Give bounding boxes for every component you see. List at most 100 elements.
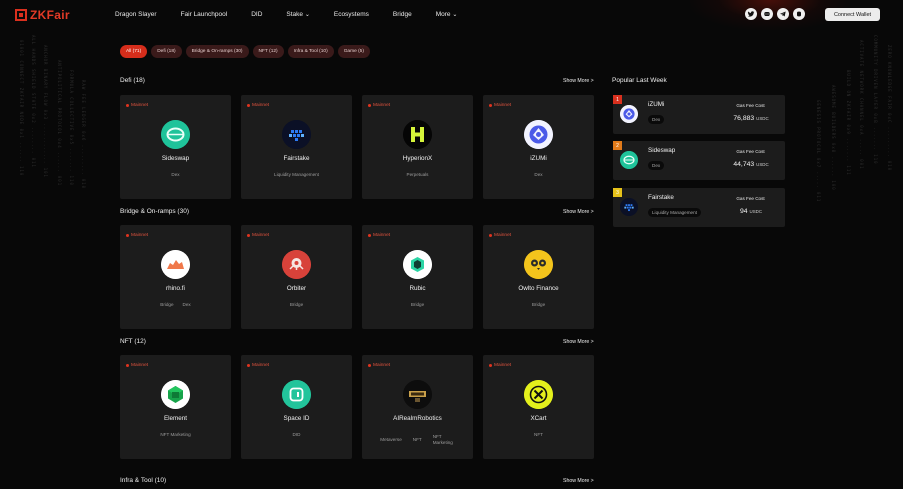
project-card-spaceid[interactable]: Mainnet Space ID DID bbox=[241, 355, 352, 459]
rank-badge: 3 bbox=[613, 188, 622, 197]
project-card-rubic[interactable]: Mainnet Rubic Bridge bbox=[362, 225, 473, 329]
izumi-icon bbox=[524, 120, 553, 149]
project-card-owlto[interactable]: Mainnet Owlto Finance Bridge bbox=[483, 225, 594, 329]
badge-label: Mainnet bbox=[131, 103, 149, 108]
project-tags: NFT bbox=[483, 432, 594, 437]
discord-icon[interactable] bbox=[761, 8, 773, 20]
project-name: Sideswap bbox=[161, 155, 190, 162]
nav-item-did[interactable]: DID bbox=[251, 11, 262, 18]
xcart-icon bbox=[524, 380, 553, 409]
sideswap-icon bbox=[620, 151, 638, 169]
project-name: Element bbox=[163, 415, 188, 422]
nav-item-stake[interactable]: Stake ⌄ bbox=[286, 11, 309, 18]
chevron-down-icon: ⌄ bbox=[304, 12, 310, 18]
filter-nft[interactable]: NFT (12) bbox=[252, 45, 284, 58]
decorative-code-column: BUILD ON ZKFAIR 0x9 ....... 111 bbox=[846, 70, 851, 176]
mainnet-badge: Mainnet bbox=[368, 363, 390, 368]
decorative-code-column: ANTIPOLITICAL PROTOCOL 0x4 ...... 001 bbox=[57, 60, 62, 187]
mainnet-badge: Mainnet bbox=[247, 233, 269, 238]
nav-item-fair-launchpool[interactable]: Fair Launchpool bbox=[181, 11, 228, 18]
status-dot-icon bbox=[368, 104, 371, 107]
filter-defi[interactable]: Defi (18) bbox=[151, 45, 182, 58]
nav-item-ecosystems[interactable]: Ecosystems bbox=[334, 11, 369, 18]
medium-icon[interactable] bbox=[793, 8, 805, 20]
gas-fee-value: 94 USDC bbox=[726, 208, 776, 215]
status-dot-icon bbox=[126, 104, 129, 107]
decorative-code-column: ALL HANDS SHIELD STATE 0x2 ........ 011 bbox=[31, 35, 36, 168]
filter-game[interactable]: Game (5) bbox=[337, 45, 370, 58]
popular-item-fairstake[interactable]: 3 Fairstake Liquidity Management Gas Fee… bbox=[613, 188, 785, 227]
izumi-icon bbox=[620, 105, 638, 123]
nav-item-bridge[interactable]: Bridge bbox=[393, 11, 412, 18]
mainnet-badge: Mainnet bbox=[368, 103, 390, 108]
show-more-defi[interactable]: Show More > bbox=[563, 78, 594, 84]
popular-tag: Dex bbox=[648, 161, 665, 170]
show-more-bridge[interactable]: Show More > bbox=[563, 209, 594, 215]
fairstake-icon bbox=[282, 120, 311, 149]
filter-infra-tool[interactable]: Infra & Tool (10) bbox=[287, 45, 334, 58]
mainnet-badge: Mainnet bbox=[368, 233, 390, 238]
project-card-orbiter[interactable]: Mainnet Orbiter Bridge bbox=[241, 225, 352, 329]
decorative-code-column: ANCHOR BINARY FLOW 0x3 ............ 101 bbox=[43, 45, 48, 178]
tag: NFT Marketing bbox=[160, 432, 191, 437]
project-name: Fairstake bbox=[283, 155, 310, 162]
project-card-airealmrobotics[interactable]: Mainnet AIRealmRobotics Metaverse NFT NF… bbox=[362, 355, 473, 459]
filter-all[interactable]: All (71) bbox=[120, 45, 148, 58]
decorative-code-column: ZERO KNOWLEDGE FAIR 0xC ......... 010 bbox=[887, 45, 892, 172]
decorative-code-column: GENESIS PROTOCOL 0x7 ..... 011 bbox=[816, 100, 821, 203]
project-name: AIRealmRobotics bbox=[393, 415, 442, 422]
status-dot-icon bbox=[368, 364, 371, 367]
tag: NFT bbox=[412, 437, 422, 442]
project-name: rhino.fi bbox=[166, 285, 185, 292]
project-card-rhino[interactable]: Mainnet rhino.fi Bridge Dex bbox=[120, 225, 231, 329]
show-more-nft[interactable]: Show More > bbox=[563, 339, 594, 345]
tag: Bridge bbox=[531, 302, 546, 307]
project-name: Rubic bbox=[409, 285, 426, 292]
gas-fee-label: Gas Fee Cost bbox=[736, 149, 765, 154]
project-card-hyperionx[interactable]: Mainnet HyperionX Perpetuals bbox=[362, 95, 473, 199]
hyperionx-icon bbox=[403, 120, 432, 149]
brand-logo[interactable]: ZKFair bbox=[15, 8, 70, 22]
gas-fee-value: 44,743 USDC bbox=[726, 161, 776, 168]
nav-item-stake-label: Stake bbox=[286, 11, 304, 18]
tag: Bridge bbox=[160, 302, 174, 307]
telegram-icon[interactable] bbox=[777, 8, 789, 20]
project-card-izumi[interactable]: Mainnet iZUMi Dex bbox=[483, 95, 594, 199]
nav-item-more[interactable]: More ⌄ bbox=[436, 11, 458, 18]
decorative-code-column: AWESOME BUILDERS 0x8 ...... 100 bbox=[831, 85, 836, 191]
decorative-code-column: 01001 CONNECT ZKFAIR NODE 0x1 ...... 110 bbox=[19, 40, 24, 177]
filter-bridge[interactable]: Bridge & On-ramps (30) bbox=[185, 45, 249, 58]
project-tags: NFT Marketing bbox=[120, 432, 231, 437]
status-dot-icon bbox=[489, 364, 492, 367]
nav-item-dragon-slayer[interactable]: Dragon Slayer bbox=[115, 11, 157, 18]
project-card-fairstake[interactable]: Mainnet Fairstake Liquidity Management bbox=[241, 95, 352, 199]
zkfair-logo-icon bbox=[15, 9, 27, 21]
badge-label: Mainnet bbox=[131, 233, 149, 238]
project-card-element[interactable]: Mainnet Element NFT Marketing bbox=[120, 355, 231, 459]
project-card-sideswap[interactable]: Mainnet Sideswap Dex bbox=[120, 95, 231, 199]
project-tags: DID bbox=[241, 432, 352, 437]
orbiter-icon bbox=[282, 250, 311, 279]
tag: NFT bbox=[534, 432, 543, 437]
connect-wallet-button[interactable]: Connect Wallet bbox=[825, 8, 880, 21]
project-tags: Dex bbox=[120, 172, 231, 177]
mainnet-badge: Mainnet bbox=[126, 233, 148, 238]
gas-amount: 76,883 bbox=[733, 115, 755, 122]
popular-item-sideswap[interactable]: 2 Sideswap Dex Gas Fee Cost 44,743 USDC bbox=[613, 141, 785, 180]
badge-label: Mainnet bbox=[494, 233, 512, 238]
badge-label: Mainnet bbox=[373, 103, 391, 108]
badge-label: Mainnet bbox=[494, 103, 512, 108]
show-more-infra-tool[interactable]: Show More > bbox=[563, 478, 594, 484]
twitter-icon[interactable] bbox=[745, 8, 757, 20]
project-tags: Liquidity Management bbox=[241, 172, 352, 177]
status-dot-icon bbox=[368, 234, 371, 237]
badge-label: Mainnet bbox=[373, 363, 391, 368]
project-tags: Perpetuals bbox=[362, 172, 473, 177]
badge-label: Mainnet bbox=[252, 363, 270, 368]
status-dot-icon bbox=[247, 234, 250, 237]
popular-item-izumi[interactable]: 1 iZUMi Dex Gas Fee Cost 76,883 USDC bbox=[613, 95, 785, 134]
mainnet-badge: Mainnet bbox=[489, 233, 511, 238]
nav-item-more-label: More bbox=[435, 11, 451, 18]
project-card-xcart[interactable]: Mainnet XCart NFT bbox=[483, 355, 594, 459]
gas-fee-label: Gas Fee Cost bbox=[736, 196, 765, 201]
